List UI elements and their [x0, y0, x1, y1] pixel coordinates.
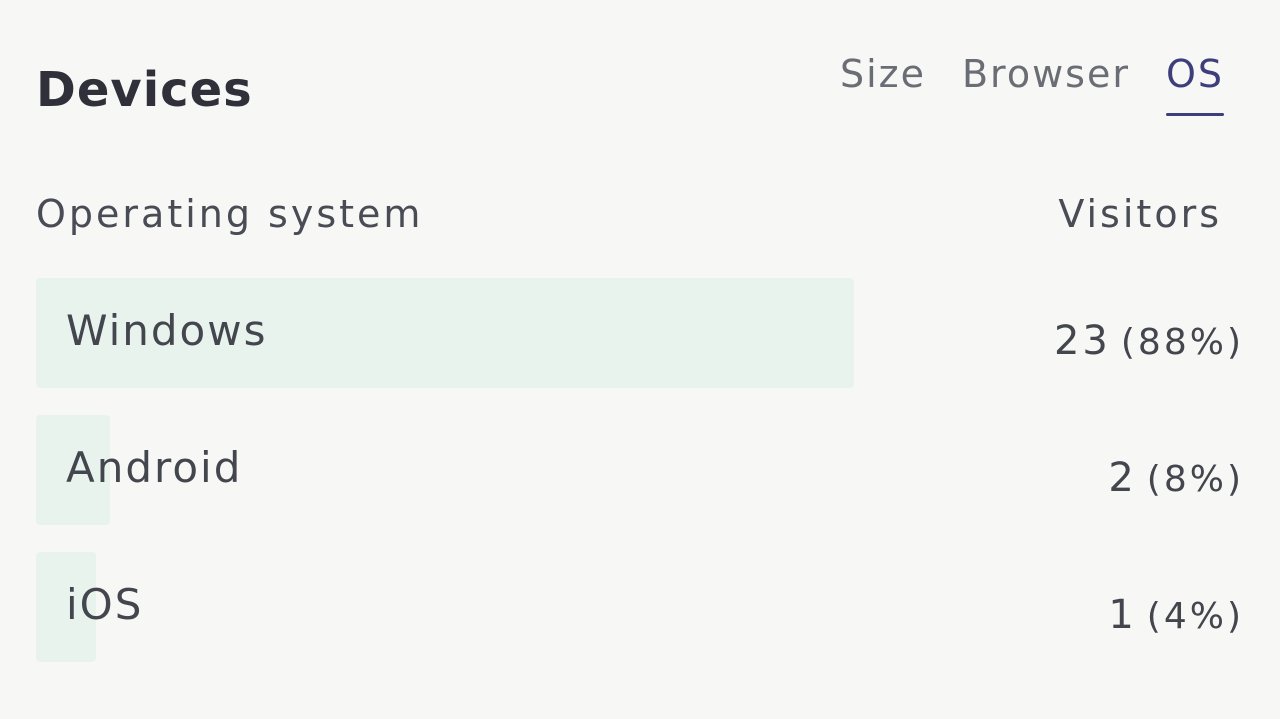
tab-browser[interactable]: Browser — [962, 52, 1130, 116]
list-item-ios[interactable]: iOS 1 (4%) — [36, 552, 1244, 662]
list-item-android[interactable]: Android 2 (8%) — [36, 415, 1244, 525]
panel-title: Devices — [36, 62, 253, 118]
visitor-percent: (8%) — [1146, 459, 1244, 500]
list-item-windows[interactable]: Windows 23 (88%) — [36, 278, 1244, 388]
row-label: iOS — [66, 580, 144, 629]
visitor-count: 2 — [1108, 455, 1137, 501]
visitor-percent: (4%) — [1146, 596, 1244, 637]
os-list: Windows 23 (88%) Android 2 (8%) iOS 1 (4%) — [36, 278, 1244, 689]
tab-os[interactable]: OS — [1165, 52, 1225, 116]
column-header-visitors: Visitors — [1058, 192, 1222, 236]
devices-card: Devices Size Browser OS Operating system… — [0, 0, 1280, 719]
row-value: 23 (88%) — [1054, 318, 1244, 364]
column-header-operating-system: Operating system — [36, 192, 424, 236]
row-label: Android — [66, 443, 243, 492]
row-value: 1 (4%) — [1108, 592, 1244, 638]
visitor-count: 1 — [1108, 592, 1137, 638]
row-label: Windows — [66, 306, 268, 355]
tab-bar: Size Browser OS — [840, 52, 1225, 116]
visitor-percent: (88%) — [1120, 322, 1244, 363]
row-value: 2 (8%) — [1108, 455, 1244, 501]
visitor-count: 23 — [1053, 318, 1111, 364]
tab-size[interactable]: Size — [840, 52, 926, 116]
